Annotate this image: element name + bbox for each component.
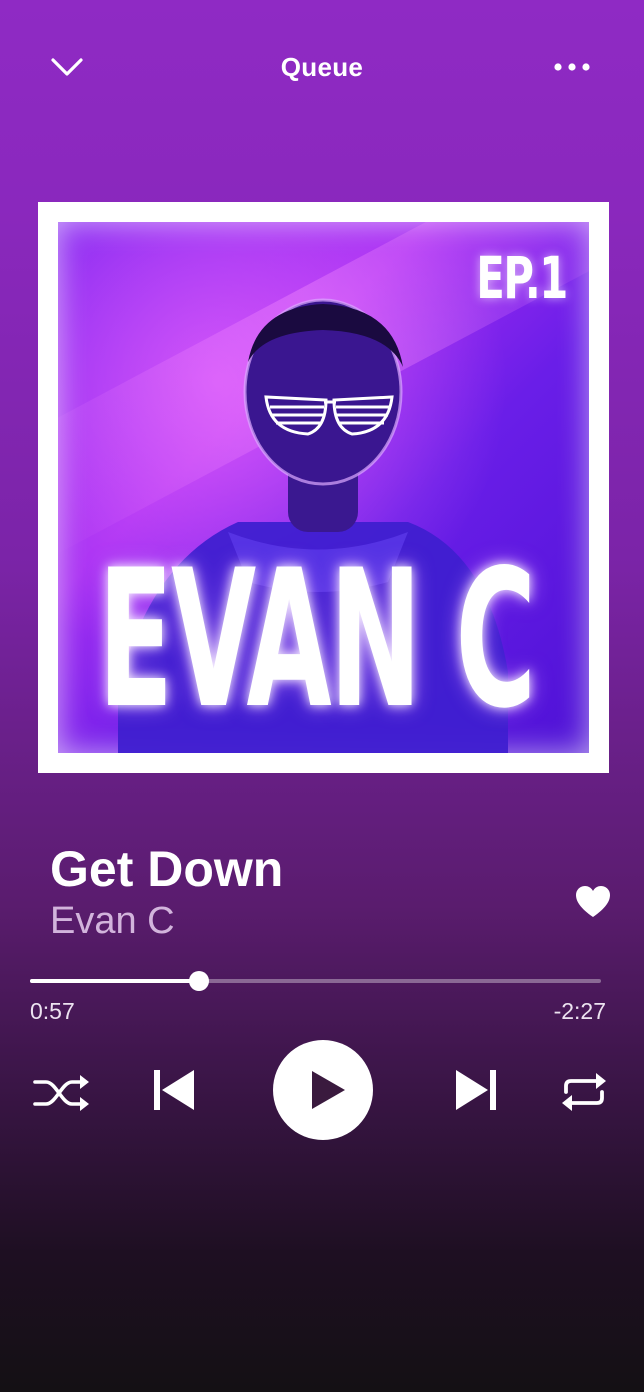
track-artist[interactable]: Evan C [50,900,175,943]
album-artist-text: EVAN C [98,529,536,750]
skip-next-icon [456,1070,496,1110]
progress-fill [30,979,199,983]
more-options-icon [554,63,590,71]
shuffle-icon [33,1075,89,1111]
previous-track-button[interactable] [152,1068,196,1112]
like-button[interactable] [574,884,612,920]
shuffle-button[interactable] [32,1073,90,1113]
track-title: Get Down [50,841,284,897]
more-options-button[interactable] [548,52,596,82]
album-art-image: EP.1 EVAN C [58,222,589,753]
playback-progress-slider[interactable] [30,971,601,991]
album-art: EP.1 EVAN C [38,202,609,773]
top-bar: Queue [0,0,644,140]
remaining-time: -2:27 [553,998,606,1024]
next-track-button[interactable] [454,1068,498,1112]
heart-icon [576,886,610,917]
repeat-icon [562,1073,606,1111]
repeat-button[interactable] [560,1070,608,1114]
play-button[interactable] [273,1040,373,1140]
progress-thumb[interactable] [189,971,209,991]
skip-previous-icon [154,1070,194,1110]
play-icon [312,1071,345,1109]
album-badge-text: EP.1 [476,244,568,312]
elapsed-time: 0:57 [30,998,75,1024]
